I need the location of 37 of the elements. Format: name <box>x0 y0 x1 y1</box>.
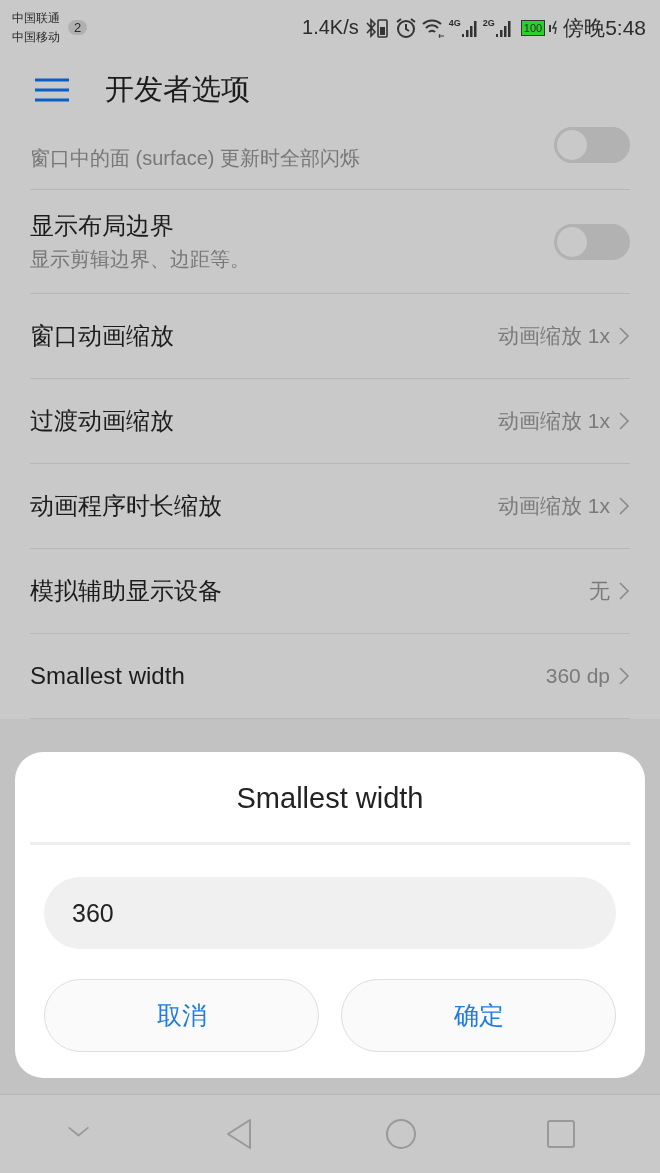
dialog-title: Smallest width <box>30 752 630 845</box>
confirm-button[interactable]: 确定 <box>341 979 616 1052</box>
setting-title: 显示布局边界 <box>30 211 175 241</box>
home-icon[interactable] <box>385 1118 417 1150</box>
setting-title: 动画程序时长缩放 <box>30 491 223 521</box>
chevron-right-icon <box>618 496 630 516</box>
chevron-right-icon <box>618 581 630 601</box>
bluetooth-battery-icon <box>364 16 391 39</box>
setting-title: 模拟辅助显示设备 <box>30 576 223 606</box>
cancel-button[interactable]: 取消 <box>44 979 319 1052</box>
network-type: 2G <box>482 17 495 28</box>
setting-value: 动画缩放 1x <box>498 408 610 434</box>
screen-title: 开发者选项 <box>105 72 250 107</box>
setting-title: Smallest width <box>30 662 186 690</box>
sim-badge: 2 <box>68 20 88 35</box>
chevron-right-icon <box>618 411 630 431</box>
network-type: 4G <box>448 17 461 28</box>
alarm-icon <box>394 16 417 39</box>
network-speed: 1.4K/s <box>302 16 359 39</box>
wifi-icon <box>420 16 445 39</box>
setting-value: 无 <box>589 578 610 604</box>
clock: 傍晚5:48 <box>563 14 646 41</box>
setting-description: 显示剪辑边界、边距等。 <box>30 247 251 272</box>
setting-value: 动画缩放 1x <box>498 323 610 349</box>
battery-indicator: 100 <box>520 19 546 36</box>
chevron-right-icon <box>618 326 630 346</box>
setting-description: 窗口中的面 (surface) 更新时全部闪烁 <box>30 146 362 171</box>
carrier-name: 中国联通 <box>12 9 60 27</box>
recents-icon[interactable] <box>547 1120 575 1148</box>
setting-value: 360 dp <box>545 664 610 688</box>
setting-title: 过渡动画缩放 <box>30 406 175 436</box>
setting-value: 动画缩放 1x <box>498 493 610 519</box>
chevron-right-icon <box>618 666 630 686</box>
input-field[interactable]: 360 <box>44 877 616 949</box>
setting-title: 窗口动画缩放 <box>30 321 175 351</box>
menu-icon[interactable] <box>35 77 69 103</box>
carrier-name: 中国移动 <box>12 28 60 46</box>
